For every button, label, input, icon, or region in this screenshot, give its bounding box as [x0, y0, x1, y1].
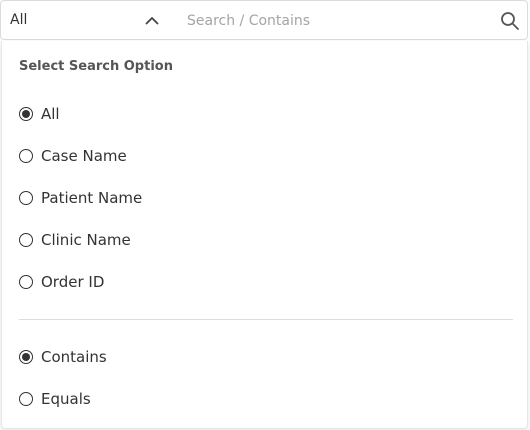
- radio-label: Clinic Name: [41, 231, 131, 249]
- radio-label: Order ID: [41, 273, 105, 291]
- radio-button[interactable]: [19, 275, 33, 289]
- radio-label: Patient Name: [41, 189, 143, 207]
- radio-option-all[interactable]: All: [19, 103, 60, 125]
- radio-button[interactable]: [19, 233, 33, 247]
- radio-button[interactable]: [19, 350, 33, 364]
- search-input[interactable]: [187, 9, 487, 33]
- search-icon[interactable]: [500, 11, 520, 31]
- radio-option-case-name[interactable]: Case Name: [19, 145, 127, 167]
- search-options-panel: Select Search Option All Case Name Patie…: [1, 41, 528, 429]
- radio-button[interactable]: [19, 392, 33, 406]
- radio-option-equals[interactable]: Equals: [19, 388, 91, 410]
- search-scope-value: All: [10, 12, 28, 28]
- options-divider: [19, 319, 513, 320]
- radio-option-patient-name[interactable]: Patient Name: [19, 187, 142, 209]
- radio-button[interactable]: [19, 149, 33, 163]
- radio-option-clinic-name[interactable]: Clinic Name: [19, 229, 131, 251]
- radio-button[interactable]: [19, 191, 33, 205]
- radio-option-order-id[interactable]: Order ID: [19, 271, 104, 293]
- search-widget: All Select Search Option All Case Name P…: [0, 0, 530, 430]
- panel-title: Select Search Option: [19, 59, 173, 74]
- chevron-up-icon[interactable]: [145, 15, 159, 25]
- radio-label: Contains: [41, 348, 107, 366]
- search-scope-select[interactable]: All: [1, 1, 171, 39]
- radio-option-contains[interactable]: Contains: [19, 346, 107, 368]
- radio-label: Case Name: [41, 147, 127, 165]
- radio-label: All: [41, 105, 60, 123]
- radio-label: Equals: [41, 390, 91, 408]
- radio-button[interactable]: [19, 107, 33, 121]
- search-bar: All: [0, 0, 528, 40]
